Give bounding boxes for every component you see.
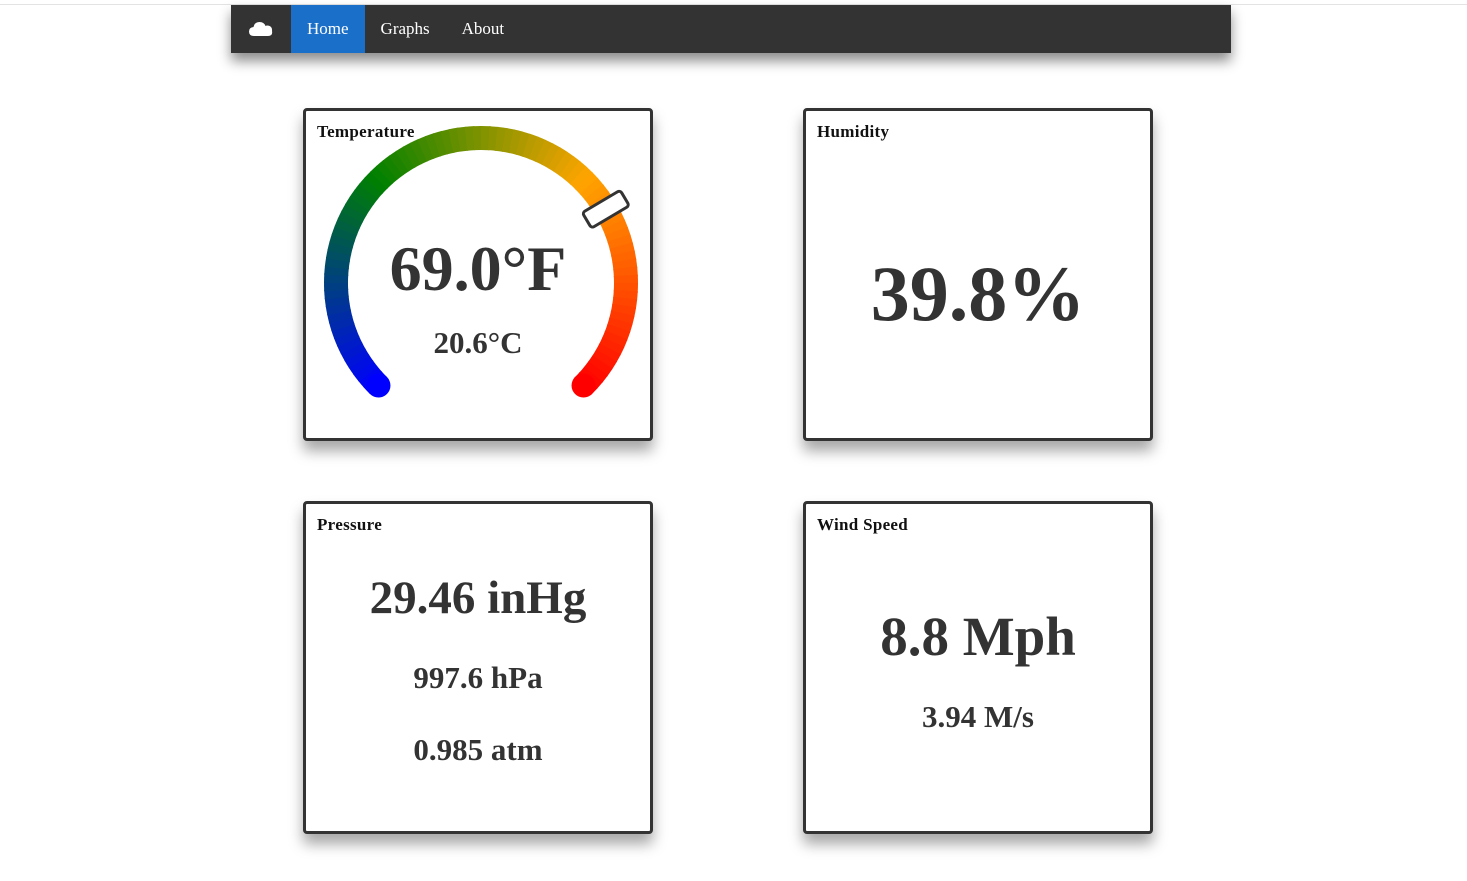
pressure-atm: 0.985 atm: [413, 732, 543, 767]
nav-graphs[interactable]: Graphs: [365, 5, 446, 53]
cloud-icon: [249, 22, 273, 36]
temperature-card: Temperature 69.0°F 20.6°C: [303, 108, 653, 441]
humidity-title: Humidity: [817, 122, 890, 141]
brand-link[interactable]: [231, 5, 291, 53]
wind-ms: 3.94 M/s: [922, 699, 1034, 734]
nav-about[interactable]: About: [446, 5, 521, 53]
pressure-title: Pressure: [317, 515, 383, 534]
gauge-start-cap: [366, 373, 391, 398]
pressure-inhg: 29.46 inHg: [369, 572, 587, 624]
pressure-hpa: 997.6 hPa: [413, 660, 543, 695]
pressure-card: Pressure 29.46 inHg 997.6 hPa 0.985 atm: [303, 501, 653, 834]
nav-home[interactable]: Home: [291, 5, 365, 53]
humidity-value: 39.8%: [870, 250, 1086, 337]
humidity-card: Humidity 39.8%: [803, 108, 1153, 441]
temperature-celsius: 20.6°C: [433, 325, 523, 360]
wind-card: Wind Speed 8.8 Mph 3.94 M/s: [803, 501, 1153, 834]
wind-mph: 8.8 Mph: [880, 606, 1076, 667]
gauge-end-cap: [571, 373, 596, 398]
navbar: Home Graphs About: [231, 5, 1231, 53]
wind-title: Wind Speed: [817, 515, 909, 534]
temperature-fahrenheit: 69.0°F: [389, 233, 567, 304]
